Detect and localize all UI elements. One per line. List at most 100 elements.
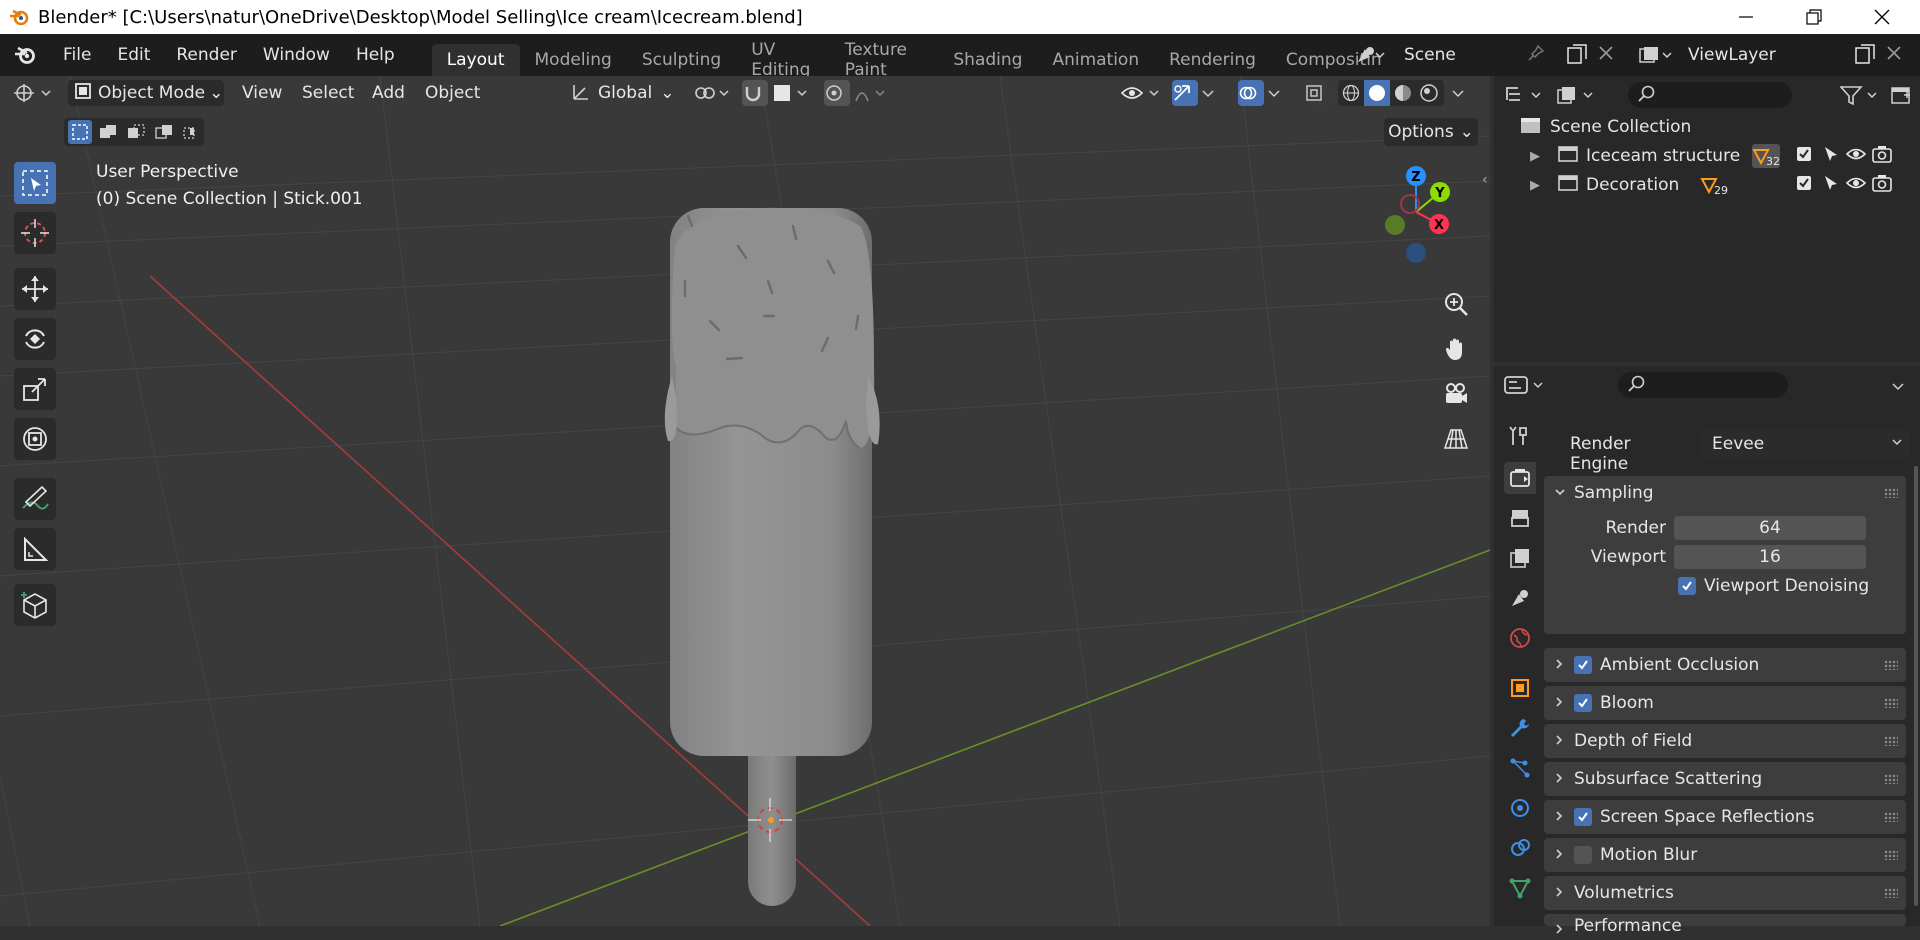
wireframe-shading-icon[interactable] <box>1338 84 1364 102</box>
bloom-checkbox[interactable] <box>1574 694 1592 712</box>
view-layer-field[interactable]: ViewLayer <box>1682 41 1850 69</box>
delete-view-layer-icon[interactable] <box>1886 45 1902 66</box>
render-tab-icon[interactable] <box>1504 462 1536 494</box>
properties-scrollbar[interactable] <box>1914 466 1918 906</box>
eye-icon[interactable] <box>1845 146 1867 167</box>
navigation-gizmo[interactable]: Z Y X <box>1350 162 1480 272</box>
depth-of-field-panel[interactable]: Depth of Field <box>1544 724 1906 758</box>
measure-tool[interactable] <box>14 528 56 570</box>
select-new-icon[interactable] <box>68 120 92 144</box>
menu-window[interactable]: Window <box>250 34 343 76</box>
menu-view[interactable]: View <box>242 80 282 106</box>
menu-select[interactable]: Select <box>302 80 354 106</box>
render-engine-dropdown[interactable]: Eevee <box>1700 430 1910 458</box>
xray-toggle-icon[interactable] <box>1304 80 1330 106</box>
snap-target-button[interactable] <box>772 80 812 106</box>
pivot-point-button[interactable] <box>692 80 734 106</box>
ambient-occlusion-checkbox[interactable] <box>1574 656 1592 674</box>
new-view-layer-icon[interactable] <box>1854 43 1876 70</box>
blender-menu-icon[interactable] <box>0 34 50 76</box>
scene-collection-row[interactable]: Scene Collection <box>1520 115 1691 139</box>
sampling-header[interactable]: Sampling <box>1544 476 1906 510</box>
drag-handle-icon[interactable] <box>1884 812 1898 822</box>
scene-tab-icon[interactable] <box>1504 582 1536 614</box>
visibility-dropdown[interactable] <box>1120 80 1166 106</box>
gizmo-toggle-icon[interactable] <box>1172 80 1198 106</box>
viewport-denoising-checkbox[interactable]: Viewport Denoising <box>1678 576 1869 596</box>
overlays-dropdown[interactable] <box>1266 80 1290 106</box>
mesh-count-icon[interactable]: 32 <box>1752 144 1780 168</box>
subsurface-scattering-panel[interactable]: Subsurface Scattering <box>1544 762 1906 796</box>
move-tool[interactable] <box>14 268 56 310</box>
properties-editor-type-button[interactable] <box>1504 372 1550 398</box>
menu-add[interactable]: Add <box>372 80 405 106</box>
selectable-icon[interactable] <box>1822 174 1840 197</box>
object-mode-dropdown[interactable]: Object Mode ⌄ <box>68 80 224 106</box>
menu-edit[interactable]: Edit <box>104 34 163 76</box>
exclude-checkbox[interactable] <box>1796 146 1812 167</box>
exclude-checkbox[interactable] <box>1796 175 1812 196</box>
scale-tool[interactable] <box>14 368 56 410</box>
options-dropdown[interactable]: Options ⌄ <box>1384 118 1478 146</box>
annotate-tool[interactable] <box>14 478 56 520</box>
tab-rendering[interactable]: Rendering <box>1154 44 1271 76</box>
tab-layout[interactable]: Layout <box>431 44 520 76</box>
select-intersect-icon[interactable] <box>180 120 204 144</box>
close-window-button[interactable] <box>1848 0 1916 34</box>
eye-icon[interactable] <box>1845 175 1867 196</box>
drag-handle-icon[interactable] <box>1884 774 1898 784</box>
motion-blur-panel[interactable]: Motion Blur <box>1544 838 1906 872</box>
scene-browse-button[interactable] <box>1348 40 1392 70</box>
bloom-panel[interactable]: Bloom <box>1544 686 1906 720</box>
tool-tab-icon[interactable] <box>1504 420 1536 452</box>
drag-handle-icon[interactable] <box>1884 736 1898 746</box>
add-cube-tool[interactable] <box>14 584 56 626</box>
motion-blur-checkbox[interactable] <box>1574 846 1592 864</box>
select-invert-icon[interactable] <box>152 120 176 144</box>
material-shading-icon[interactable] <box>1390 84 1416 102</box>
sidebar-toggle-icon[interactable]: ‹ <box>1482 172 1488 188</box>
modifier-tab-icon[interactable] <box>1504 712 1536 744</box>
menu-file[interactable]: File <box>50 34 104 76</box>
transform-tool[interactable] <box>14 418 56 460</box>
world-tab-icon[interactable] <box>1504 622 1536 654</box>
minimize-button[interactable] <box>1712 0 1780 34</box>
output-tab-icon[interactable] <box>1504 502 1536 534</box>
mesh-count-icon[interactable]: 29 <box>1700 173 1728 197</box>
proportional-edit-icon[interactable] <box>824 80 850 106</box>
render-samples-field[interactable]: 64 <box>1674 516 1866 540</box>
menu-object[interactable]: Object <box>425 80 480 106</box>
constraints-tab-icon[interactable] <box>1504 832 1536 864</box>
drag-handle-icon[interactable] <box>1884 888 1898 898</box>
new-scene-icon[interactable] <box>1566 43 1588 70</box>
outliner-editor-type-button[interactable] <box>1504 82 1550 108</box>
camera-view-icon[interactable] <box>1437 375 1475 413</box>
select-extend-icon[interactable] <box>96 120 120 144</box>
tab-sculpting[interactable]: Sculpting <box>627 44 736 76</box>
drag-handle-icon[interactable] <box>1884 488 1898 498</box>
solid-shading-icon[interactable] <box>1364 80 1390 106</box>
perspective-toggle-icon[interactable] <box>1437 420 1475 458</box>
viewport-samples-field[interactable]: 16 <box>1674 545 1866 569</box>
tab-modeling[interactable]: Modeling <box>520 44 627 76</box>
tab-animation[interactable]: Animation <box>1037 44 1154 76</box>
outliner-search-input[interactable] <box>1628 82 1792 108</box>
overlays-toggle-icon[interactable] <box>1238 80 1264 106</box>
camera-render-icon[interactable] <box>1872 145 1892 168</box>
expand-arrow-icon[interactable]: ▶ <box>1530 149 1550 164</box>
tab-shading[interactable]: Shading <box>938 44 1037 76</box>
drag-handle-icon[interactable] <box>1884 660 1898 670</box>
display-mode-button[interactable] <box>1556 82 1602 108</box>
falloff-icon[interactable] <box>854 80 892 106</box>
rotate-tool[interactable] <box>14 318 56 360</box>
new-collection-icon[interactable] <box>1890 82 1916 108</box>
filter-button[interactable] <box>1840 82 1884 108</box>
ambient-occlusion-panel[interactable]: Ambient Occlusion <box>1544 648 1906 682</box>
drag-handle-icon[interactable] <box>1884 698 1898 708</box>
physics-tab-icon[interactable] <box>1504 792 1536 824</box>
rendered-shading-icon[interactable] <box>1416 84 1442 102</box>
shading-dropdown[interactable] <box>1450 80 1474 106</box>
expand-arrow-icon[interactable]: ▶ <box>1530 178 1550 193</box>
delete-scene-icon[interactable] <box>1598 45 1614 66</box>
screen-space-reflections-checkbox[interactable] <box>1574 808 1592 826</box>
